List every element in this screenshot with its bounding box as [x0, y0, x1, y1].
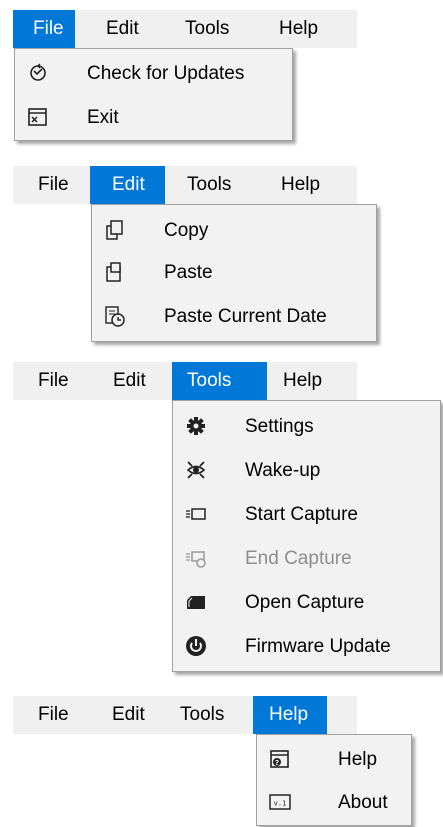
exit-icon: [27, 106, 49, 128]
help-dropdown: ? Help v.1 About: [256, 734, 412, 826]
menu-tools[interactable]: Tools: [169, 696, 235, 734]
edit-dropdown: Copy Paste Paste Current Date: [91, 204, 377, 342]
firmware-update-icon: [185, 635, 207, 657]
menu-help[interactable]: Help: [253, 696, 327, 734]
menu-item-about[interactable]: v.1 About: [257, 781, 411, 825]
file-dropdown: Check for Updates Exit: [14, 48, 293, 141]
menu-item-end-capture[interactable]: End Capture: [173, 537, 440, 581]
menu-item-paste[interactable]: Paste: [92, 251, 376, 295]
menu-tools[interactable]: Tools: [172, 362, 267, 400]
menu-edit[interactable]: Edit: [102, 362, 157, 400]
gear-icon: [185, 415, 207, 437]
menu-tools[interactable]: Tools: [176, 166, 242, 204]
menu-item-help[interactable]: ? Help: [257, 738, 411, 782]
menu-item-settings[interactable]: Settings: [173, 405, 440, 449]
menu-item-exit[interactable]: Exit: [15, 96, 292, 140]
menu-edit[interactable]: Edit: [95, 10, 150, 48]
svg-text:?: ?: [275, 759, 279, 767]
help-icon: ?: [269, 748, 291, 770]
copy-icon: [104, 219, 126, 241]
menu-help[interactable]: Help: [270, 166, 331, 204]
menu-item-copy[interactable]: Copy: [92, 209, 376, 253]
menu-help[interactable]: Help: [268, 10, 329, 48]
menu-file[interactable]: File: [13, 10, 75, 48]
menubar-help-open: File Edit Tools Help: [13, 696, 357, 734]
menu-file[interactable]: File: [27, 362, 80, 400]
menu-item-wake-up[interactable]: Wake-up: [173, 449, 440, 493]
menu-help[interactable]: Help: [272, 362, 333, 400]
end-capture-icon: [185, 547, 207, 569]
update-check-icon: [27, 62, 49, 84]
tools-dropdown: Settings Wake-up Start Capture End Captu…: [172, 400, 441, 672]
wake-up-icon: [185, 459, 207, 481]
menu-tools[interactable]: Tools: [174, 10, 240, 48]
menubar-tools-open: File Edit Tools Help: [13, 362, 357, 400]
open-capture-icon: [185, 591, 207, 613]
menu-edit[interactable]: Edit: [90, 166, 165, 204]
menu-file[interactable]: File: [27, 696, 80, 734]
menu-item-open-capture[interactable]: Open Capture: [173, 581, 440, 625]
menubar-file-open: File Edit Tools Help: [13, 10, 357, 48]
paste-icon: [104, 261, 126, 283]
svg-text:v.1: v.1: [274, 800, 287, 808]
paste-date-icon: [104, 305, 126, 327]
menu-item-paste-current-date[interactable]: Paste Current Date: [92, 295, 376, 339]
menu-edit[interactable]: Edit: [101, 696, 156, 734]
about-icon: v.1: [269, 791, 291, 813]
menubar-edit-open: File Edit Tools Help: [13, 166, 357, 204]
menu-item-check-for-updates[interactable]: Check for Updates: [15, 52, 292, 96]
start-capture-icon: [185, 503, 207, 525]
menu-file[interactable]: File: [27, 166, 80, 204]
menu-item-start-capture[interactable]: Start Capture: [173, 493, 440, 537]
menu-item-firmware-update[interactable]: Firmware Update: [173, 625, 440, 669]
